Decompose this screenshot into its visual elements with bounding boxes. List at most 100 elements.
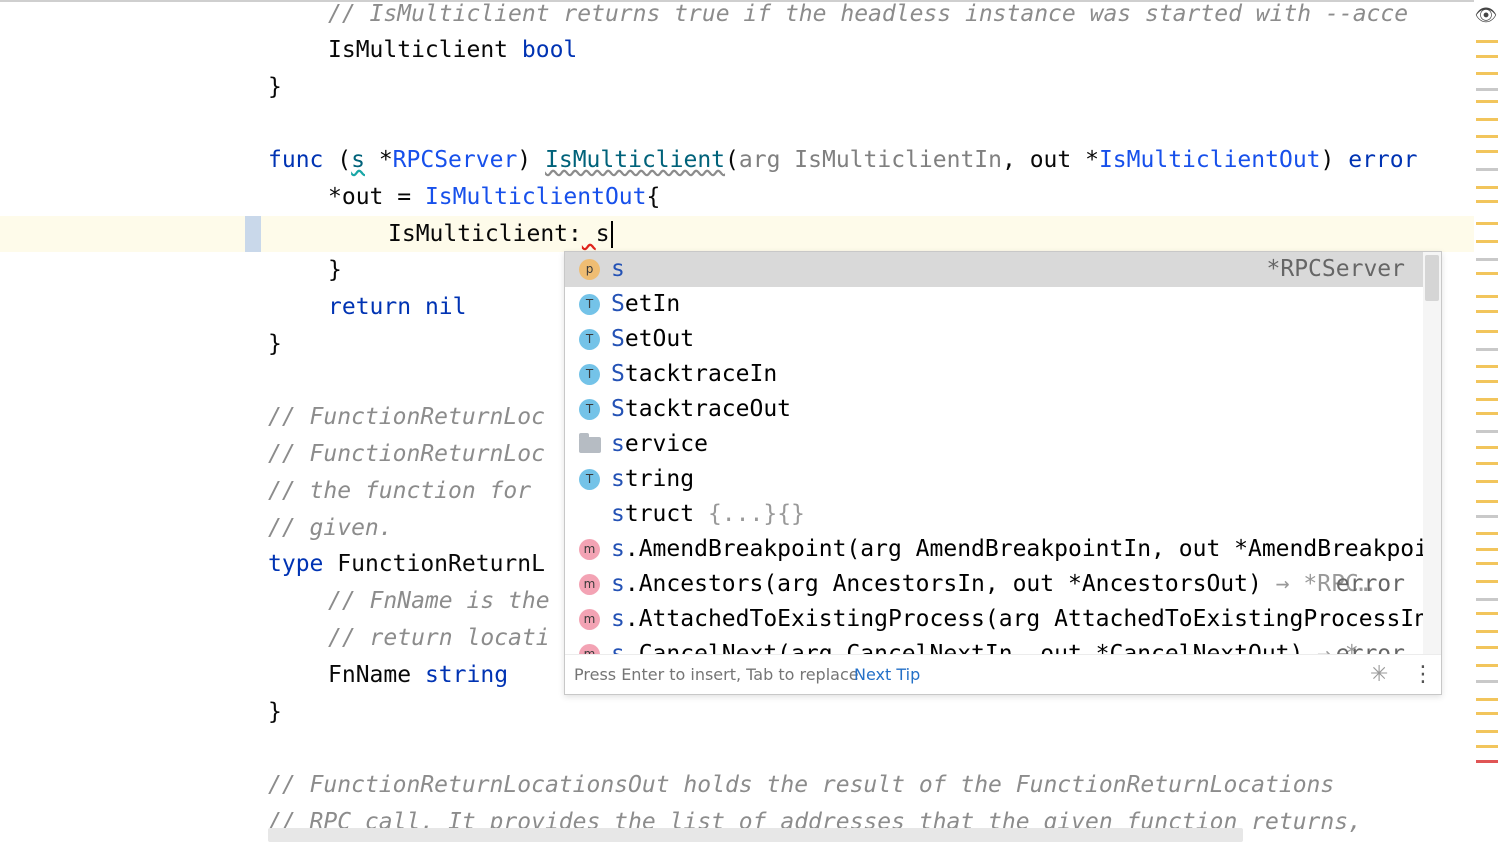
code-line-brace: } xyxy=(268,69,282,106)
stripe-marker[interactable] xyxy=(1476,480,1498,483)
out-param: , out * xyxy=(1002,147,1099,173)
stripe-marker[interactable] xyxy=(1476,240,1498,243)
stripe-marker[interactable] xyxy=(1476,200,1498,203)
stripe-marker[interactable] xyxy=(1476,680,1498,683)
assign-type: IsMulticlientOut xyxy=(424,184,647,210)
stripe-marker[interactable] xyxy=(1476,548,1498,551)
stripe-marker[interactable] xyxy=(1476,310,1498,313)
completion-item[interactable]: T SetOut xyxy=(565,322,1423,357)
code-line-comment: // FnName is the xyxy=(328,583,550,620)
completion-label: StacktraceOut xyxy=(611,392,791,427)
completion-scrollbar[interactable] xyxy=(1423,252,1441,654)
stripe-marker[interactable] xyxy=(1476,258,1498,261)
comment-text: // given. xyxy=(268,515,393,541)
match-highlight: s xyxy=(611,606,625,632)
completion-text: etOut xyxy=(624,326,695,352)
stripe-marker[interactable] xyxy=(1476,348,1498,351)
completion-item[interactable]: service xyxy=(565,427,1423,462)
eye-icon[interactable]: 👁 xyxy=(1474,4,1498,28)
out-param-type: IsMulticlientOut xyxy=(1098,147,1321,173)
next-tip-link[interactable]: Next Tip xyxy=(854,655,920,694)
stripe-marker[interactable] xyxy=(1476,412,1498,415)
stripe-marker[interactable] xyxy=(1476,598,1498,601)
completion-label: s.CancelNext(arg CancelNextIn, out *Canc… xyxy=(611,637,1373,654)
stripe-marker[interactable] xyxy=(1476,462,1498,465)
completion-item[interactable]: T SetIn xyxy=(565,287,1423,322)
stripe-marker[interactable] xyxy=(1476,398,1498,401)
stripe-marker[interactable] xyxy=(1476,72,1498,75)
completion-list[interactable]: p s *RPCServer T SetIn T SetOut T StacktraceIn T S… xyxy=(565,252,1423,654)
stripe-marker[interactable] xyxy=(1476,612,1498,615)
match-highlight: S xyxy=(611,396,625,422)
completion-item[interactable]: struct {...}{} xyxy=(565,497,1423,532)
stripe-marker[interactable] xyxy=(1476,365,1498,368)
code-line-brace: } xyxy=(328,252,342,289)
code-line-comment: // return locati xyxy=(328,620,550,657)
stripe-marker[interactable] xyxy=(1476,88,1498,91)
stripe-marker[interactable] xyxy=(1476,118,1498,121)
typed-value: s xyxy=(595,221,610,247)
code-line-brace: } xyxy=(268,694,282,731)
stripe-marker[interactable] xyxy=(1476,40,1498,43)
stripe-marker[interactable] xyxy=(1476,630,1498,633)
return-value: nil xyxy=(424,294,467,320)
stripe-marker[interactable] xyxy=(1476,532,1498,535)
code-line-field: IsMulticlient bool xyxy=(328,32,577,69)
completion-item[interactable]: m s.Ancestors(arg AncestorsIn, out *Ances… xyxy=(565,567,1423,602)
closing-brace: } xyxy=(328,257,342,283)
completion-scroll-thumb[interactable] xyxy=(1425,255,1439,301)
completion-item[interactable]: T StacktraceOut xyxy=(565,392,1423,427)
code-line-comment: // given. xyxy=(268,510,393,547)
code-line-return: return nil xyxy=(328,289,467,326)
completion-item[interactable]: m s.AttachedToExistingProcess(arg Attache… xyxy=(565,602,1423,637)
stripe-marker[interactable] xyxy=(1476,446,1498,449)
stripe-marker[interactable] xyxy=(1476,380,1498,383)
completion-text: .AmendBreakpoint(arg AmendBreakpointIn, … xyxy=(624,536,1423,562)
error-stripe-bar[interactable] xyxy=(1474,0,1500,844)
completion-item[interactable]: p s *RPCServer xyxy=(565,252,1423,287)
completion-item[interactable]: Tstring xyxy=(565,462,1423,497)
return-type: error xyxy=(1348,147,1418,173)
stripe-marker[interactable] xyxy=(1476,272,1498,275)
stripe-marker[interactable] xyxy=(1476,150,1498,153)
stripe-marker[interactable] xyxy=(1476,712,1498,715)
type-icon: T xyxy=(579,329,600,350)
stripe-marker[interactable] xyxy=(1476,562,1498,565)
stripe-marker[interactable] xyxy=(1476,515,1498,518)
stripe-marker[interactable] xyxy=(1476,168,1498,171)
stripe-marker[interactable] xyxy=(1476,664,1498,667)
stripe-marker[interactable] xyxy=(1476,730,1498,733)
vertical-ellipsis-icon[interactable]: ⋮ xyxy=(1412,655,1434,694)
completion-text: tacktraceOut xyxy=(624,396,792,422)
completion-item[interactable]: m s.CancelNext(arg CancelNextIn, out *Can… xyxy=(565,637,1423,654)
stripe-marker[interactable] xyxy=(1476,55,1498,58)
completion-text: truct xyxy=(624,501,695,527)
error-marker[interactable] xyxy=(1476,760,1498,763)
stripe-marker[interactable] xyxy=(1476,330,1498,333)
stripe-marker[interactable] xyxy=(1476,430,1498,433)
completion-item[interactable]: T StacktraceIn xyxy=(565,357,1423,392)
completion-label: s.AmendBreakpoint(arg AmendBreakpointIn,… xyxy=(611,532,1423,567)
stripe-marker[interactable] xyxy=(1476,222,1498,225)
completion-tail: {...}{} xyxy=(694,501,805,527)
match-highlight: s xyxy=(611,431,625,457)
stripe-marker[interactable] xyxy=(1476,646,1498,649)
stripe-marker[interactable] xyxy=(1476,745,1498,748)
stripe-marker[interactable] xyxy=(1476,135,1498,138)
code-line-current[interactable]: IsMulticlient: s xyxy=(388,216,613,253)
horizontal-scrollbar[interactable] xyxy=(268,828,1243,842)
receiver-name: s xyxy=(351,147,365,173)
stripe-marker[interactable] xyxy=(1476,698,1498,701)
stripe-marker[interactable] xyxy=(1476,295,1498,298)
stripe-marker[interactable] xyxy=(1476,186,1498,189)
match-highlight: s xyxy=(611,571,625,597)
completion-item[interactable]: m s.AmendBreakpoint(arg AmendBreakpointIn… xyxy=(565,532,1423,567)
field-name: FnName xyxy=(328,662,412,688)
method-icon: m xyxy=(579,609,600,630)
completion-text: ervice xyxy=(624,431,708,457)
completion-popup[interactable]: p s *RPCServer T SetIn T SetOut T StacktraceIn T S… xyxy=(564,251,1442,695)
stripe-marker[interactable] xyxy=(1476,580,1498,583)
function-name: IsMulticlient xyxy=(545,147,726,173)
stripe-marker[interactable] xyxy=(1476,500,1498,503)
stripe-marker[interactable] xyxy=(1476,100,1498,103)
